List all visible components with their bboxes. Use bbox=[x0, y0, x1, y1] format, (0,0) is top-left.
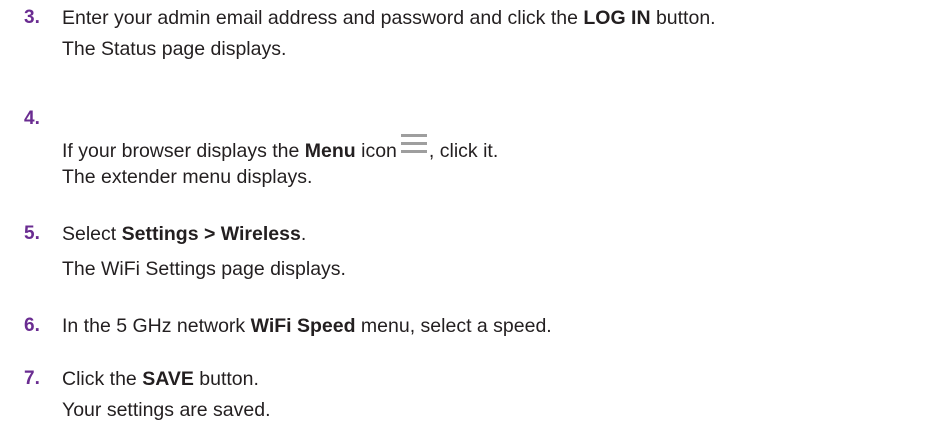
save-label: SAVE bbox=[142, 368, 194, 390]
step-number: 3. bbox=[24, 7, 40, 28]
menu-label: Menu bbox=[304, 140, 356, 162]
step-instruction: Click the SAVE button. bbox=[62, 368, 259, 390]
step-number: 7. bbox=[24, 368, 40, 389]
step-number: 6. bbox=[24, 315, 40, 336]
step-instruction: Select Settings > Wireless. bbox=[62, 223, 307, 245]
wifi-speed-label: WiFi Speed bbox=[250, 315, 356, 337]
step-result: The extender menu displays. bbox=[62, 166, 313, 188]
step-result: Your settings are saved. bbox=[62, 399, 271, 421]
step-instruction: In the 5 GHz network WiFi Speed menu, se… bbox=[62, 315, 552, 337]
hamburger-menu-icon bbox=[400, 134, 427, 154]
step-instruction: If your browser displays the Menu icon, … bbox=[62, 134, 498, 163]
step-number: 5. bbox=[24, 223, 40, 244]
step-result: The Status page displays. bbox=[62, 38, 287, 60]
step-result: The WiFi Settings page displays. bbox=[62, 258, 346, 280]
settings-wireless-label: Settings > Wireless bbox=[121, 223, 301, 245]
step-instruction: Enter your admin email address and passw… bbox=[62, 7, 716, 29]
step-number: 4. bbox=[24, 108, 40, 129]
log-in-label: LOG IN bbox=[583, 7, 651, 29]
